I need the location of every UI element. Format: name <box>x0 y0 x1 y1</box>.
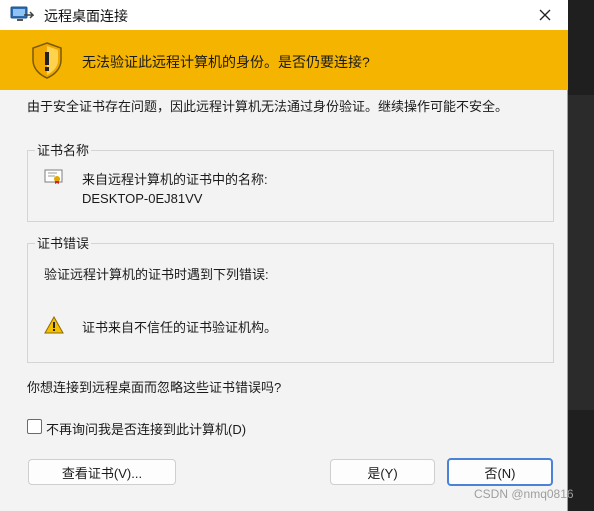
group-title: 证书名称 <box>35 140 92 159</box>
certificate-name-value: DESKTOP-0EJ81VV <box>82 191 203 206</box>
csdn-watermark: CSDN @nmq0816 <box>474 487 574 501</box>
intro-message: 由于安全证书存在问题，因此远程计算机无法通过身份验证。继续操作可能不安全。 <box>27 99 509 114</box>
view-certificate-button[interactable]: 查看证书(V)... <box>28 459 176 485</box>
question-text: 你想连接到远程桌面而忽略这些证书错误吗? <box>27 380 282 395</box>
close-icon <box>539 9 551 21</box>
warning-icon <box>44 315 64 334</box>
warning-banner: 无法验证此远程计算机的身份。是否仍要连接? <box>0 30 568 90</box>
certificate-error-item: 证书来自不信任的证书验证机构。 <box>82 320 278 335</box>
dont-ask-again-checkbox[interactable] <box>27 419 42 434</box>
certificate-error-group: 证书错误 验证远程计算机的证书时遇到下列错误: 证书来自不信任的证书验证机构。 <box>27 233 554 363</box>
yes-button-label: 是(Y) <box>367 465 398 481</box>
certificate-icon <box>44 169 64 185</box>
window-title: 远程桌面连接 <box>44 8 128 24</box>
remote-desktop-app-icon <box>10 6 35 24</box>
close-button[interactable] <box>528 2 562 28</box>
certificate-name-label: 来自远程计算机的证书中的名称: <box>82 172 268 187</box>
title-bar: 远程桌面连接 <box>0 0 568 30</box>
view-certificate-button-label: 查看证书(V)... <box>61 465 143 481</box>
no-button[interactable]: 否(N) <box>447 458 553 486</box>
yes-button[interactable]: 是(Y) <box>330 459 435 485</box>
background-window-panel <box>567 95 594 410</box>
no-button-label: 否(N) <box>484 465 516 481</box>
dont-ask-again-label[interactable]: 不再询问我是否连接到此计算机(D) <box>46 419 246 438</box>
remote-desktop-dialog: 远程桌面连接 无法验证此远程计算机的身份。是否仍要连接? 由于安全证书存在问题，… <box>0 0 568 511</box>
banner-message: 无法验证此远程计算机的身份。是否仍要连接? <box>82 54 370 70</box>
certificate-error-intro: 验证远程计算机的证书时遇到下列错误: <box>44 267 269 282</box>
certificate-name-group: 证书名称 来自远程计算机的证书中的名称: DESKTOP-0EJ81VV <box>27 140 554 222</box>
security-shield-warning-icon <box>27 40 67 80</box>
group-title: 证书错误 <box>35 233 92 252</box>
